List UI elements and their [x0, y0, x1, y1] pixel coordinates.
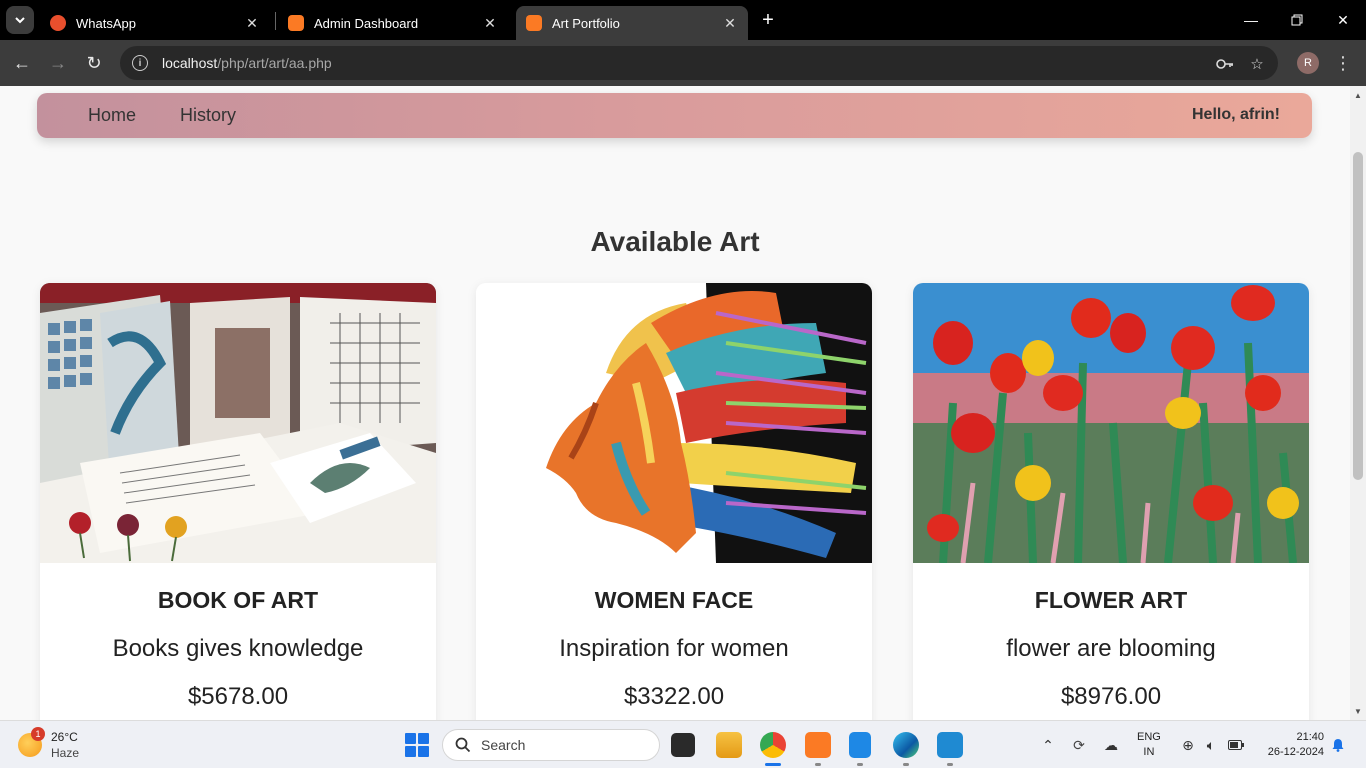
windows-taskbar: 1 26°C Haze Search ⌃ ⟳ ☁ ENG IN ⊕ 🔈︎ 21:…: [0, 720, 1366, 768]
art-price: $5678.00: [187, 683, 289, 710]
search-icon: [455, 737, 471, 753]
tab-title: Admin Dashboard: [314, 15, 419, 31]
xampp-icon: [288, 15, 304, 31]
page-scrollbar[interactable]: ▲ ▼: [1350, 86, 1366, 720]
art-title: BOOK OF ART: [157, 587, 319, 613]
url-path: /php/art/art/aa.php: [217, 55, 332, 71]
tab-divider: [275, 12, 276, 30]
password-key-icon[interactable]: [1216, 55, 1234, 73]
page-viewport: Home History Hello, afrin! Available Art: [0, 86, 1350, 720]
art-description: flower are blooming: [1006, 635, 1216, 662]
close-tab-icon[interactable]: ✕: [244, 15, 260, 31]
site-navbar: Home History Hello, afrin!: [37, 93, 1312, 138]
tab-admin-dashboard[interactable]: Admin Dashboard ✕: [278, 6, 508, 40]
sync-icon[interactable]: ⟳: [1069, 735, 1089, 755]
file-explorer-icon[interactable]: [716, 732, 742, 758]
language-indicator[interactable]: ENG IN: [1137, 730, 1161, 760]
show-hidden-icons-chevron-icon[interactable]: ⌃: [1038, 735, 1058, 755]
tulip-painting: [913, 283, 1309, 563]
clock-date: 26-12-2024: [1267, 746, 1324, 758]
tab-whatsapp[interactable]: WhatsApp ✕: [40, 6, 270, 40]
tab-art-portfolio[interactable]: Art Portfolio ✕: [516, 6, 748, 40]
url-host: localhost: [162, 55, 218, 71]
scroll-up-icon[interactable]: ▲: [1353, 90, 1363, 100]
bookmark-star-icon[interactable]: ☆: [1248, 55, 1266, 73]
sketchbooks-photo: [40, 283, 436, 563]
browser-menu-icon[interactable]: ⋮: [1334, 50, 1352, 76]
close-window-icon[interactable]: ✕: [1329, 8, 1357, 32]
art-description: Books gives knowledge: [112, 635, 364, 662]
art-title: FLOWER ART: [1034, 587, 1188, 613]
region-code: IN: [1143, 746, 1155, 758]
art-card[interactable]: FLOWER ART flower are blooming $8976.00: [913, 283, 1309, 720]
vscode-icon[interactable]: [937, 732, 963, 758]
running-app-indicator: [857, 763, 863, 766]
windows-start-icon[interactable]: [405, 733, 429, 757]
browser-tab-bar: WhatsApp ✕ Admin Dashboard ✕ Art Portfol…: [0, 0, 1366, 40]
tab-search-chevron-icon[interactable]: [6, 6, 34, 34]
art-card[interactable]: WOMEN FACE Inspiration for women $3322.0…: [476, 283, 872, 720]
taskbar-search[interactable]: Search: [442, 729, 660, 761]
nav-home-link[interactable]: Home: [88, 105, 136, 126]
search-placeholder: Search: [481, 737, 526, 753]
tab-title: WhatsApp: [76, 15, 136, 31]
system-clock[interactable]: 21:40 26-12-2024: [1258, 730, 1324, 760]
xampp-icon: [526, 15, 542, 31]
tab-title: Art Portfolio: [552, 15, 620, 31]
art-price: $3322.00: [623, 683, 725, 710]
close-tab-icon[interactable]: ✕: [722, 15, 738, 31]
close-tab-icon[interactable]: ✕: [482, 15, 498, 31]
restore-icon[interactable]: [1283, 8, 1311, 32]
scroll-down-icon[interactable]: ▼: [1353, 706, 1363, 716]
art-description: Inspiration for women: [559, 635, 789, 662]
back-arrow-icon[interactable]: ←: [10, 51, 34, 75]
language-code: ENG: [1137, 731, 1161, 743]
new-tab-icon[interactable]: +: [756, 8, 780, 32]
weather-badge: 1: [31, 727, 45, 741]
browser-toolbar: ← → ↻ i localhost/php/art/art/aa.php ☆: [0, 40, 1366, 86]
weather-temperature[interactable]: 26°C: [51, 730, 78, 744]
site-info-icon[interactable]: i: [132, 55, 148, 71]
battery-icon[interactable]: [1226, 735, 1246, 755]
art-title: WOMEN FACE: [594, 587, 754, 613]
minimize-icon[interactable]: —: [1237, 8, 1265, 32]
profile-avatar[interactable]: R: [1297, 52, 1319, 74]
colorful-face-profile: [476, 283, 872, 563]
art-card[interactable]: BOOK OF ART Books gives knowledge $5678.…: [40, 283, 436, 720]
address-bar[interactable]: i localhost/php/art/art/aa.php ☆: [120, 46, 1278, 80]
reload-icon[interactable]: ↻: [82, 51, 106, 75]
running-app-indicator: [815, 763, 821, 766]
user-greeting: Hello, afrin!: [1191, 106, 1280, 123]
forward-arrow-icon[interactable]: →: [46, 51, 70, 75]
nav-history-link[interactable]: History: [180, 105, 236, 126]
active-app-indicator: [765, 763, 781, 766]
weather-condition[interactable]: Haze: [51, 746, 79, 760]
clock-time: 21:40: [1296, 731, 1324, 743]
network-icon[interactable]: ⊕: [1178, 735, 1198, 755]
xampp-icon[interactable]: [805, 732, 831, 758]
chrome-icon[interactable]: [760, 732, 786, 758]
scrollbar-thumb[interactable]: [1353, 152, 1363, 480]
art-price: $8976.00: [1060, 683, 1162, 710]
edge-icon[interactable]: [893, 732, 919, 758]
notepad-icon[interactable]: [849, 732, 871, 758]
volume-icon[interactable]: 🔈︎: [1201, 735, 1221, 755]
onedrive-icon[interactable]: ☁: [1101, 735, 1121, 755]
section-title: Available Art: [590, 226, 760, 257]
task-view-icon[interactable]: [671, 733, 695, 757]
running-app-indicator: [903, 763, 909, 766]
whatsapp-icon: [50, 15, 66, 31]
running-app-indicator: [947, 763, 953, 766]
notification-bell-icon[interactable]: [1328, 735, 1348, 755]
url-text[interactable]: localhost/php/art/art/aa.php: [162, 55, 332, 71]
